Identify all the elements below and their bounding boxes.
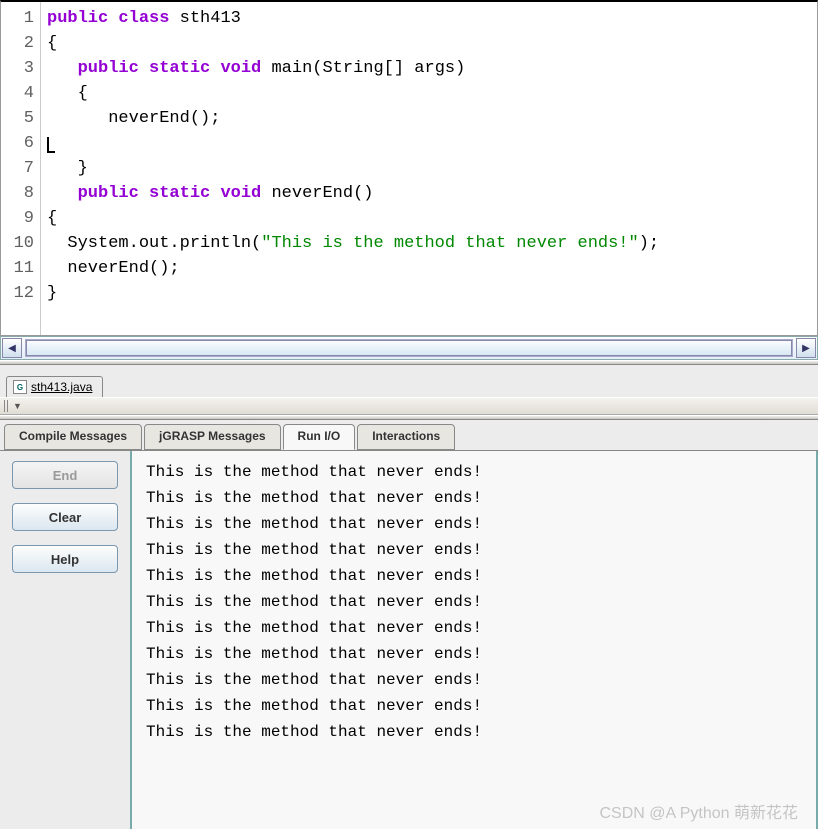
tab-jgrasp-messages[interactable]: jGRASP Messages <box>144 424 281 450</box>
scroll-right-button[interactable]: ▶ <box>796 338 816 358</box>
code-token <box>210 184 220 203</box>
text-cursor-icon <box>47 137 55 153</box>
code-token: System.out.println( <box>47 234 261 253</box>
horizontal-scrollbar[interactable]: ◀ ▶ <box>0 336 818 360</box>
scroll-thumb[interactable] <box>26 340 792 356</box>
line-number: 3 <box>1 56 40 81</box>
code-token <box>210 59 220 78</box>
code-editor[interactable]: 123456789101112 public class sth413{ pub… <box>0 0 818 336</box>
line-number-gutter: 123456789101112 <box>1 2 41 335</box>
code-token: neverEnd(); <box>47 109 220 128</box>
console-line: This is the method that never ends! <box>146 667 802 693</box>
line-number: 12 <box>1 281 40 306</box>
file-tab-sth413[interactable]: G sth413.java <box>6 376 103 397</box>
grip-handle-icon[interactable] <box>4 400 10 412</box>
code-token: { <box>47 34 57 53</box>
line-number: 11 <box>1 256 40 281</box>
code-token: void <box>220 59 261 78</box>
console-line: This is the method that never ends! <box>146 719 802 745</box>
line-number: 7 <box>1 156 40 181</box>
line-number: 2 <box>1 31 40 56</box>
mini-toolbar: ▼ <box>0 397 818 415</box>
message-tab-bar: Compile MessagesjGRASP MessagesRun I/OIn… <box>0 420 818 450</box>
code-line[interactable]: public static void main(String[] args) <box>47 56 811 81</box>
code-token: sth413 <box>169 9 240 28</box>
console-line: This is the method that never ends! <box>146 485 802 511</box>
dropdown-arrow-icon[interactable]: ▼ <box>13 401 22 411</box>
line-number: 6 <box>1 131 40 156</box>
code-line[interactable]: neverEnd(); <box>47 106 811 131</box>
file-tab-bar: G sth413.java <box>0 365 818 397</box>
code-token: } <box>47 159 88 178</box>
scroll-track[interactable] <box>25 339 793 357</box>
scroll-left-button[interactable]: ◀ <box>2 338 22 358</box>
line-number: 5 <box>1 106 40 131</box>
console-line: This is the method that never ends! <box>146 615 802 641</box>
code-line[interactable]: { <box>47 31 811 56</box>
code-line[interactable]: public class sth413 <box>47 6 811 31</box>
line-number: 8 <box>1 181 40 206</box>
code-line[interactable]: { <box>47 81 811 106</box>
console-panel: End Clear Help This is the method that n… <box>0 450 818 829</box>
code-token: { <box>47 209 57 228</box>
code-line[interactable]: System.out.println("This is the method t… <box>47 231 811 256</box>
line-number: 1 <box>1 6 40 31</box>
help-button[interactable]: Help <box>12 545 118 573</box>
code-line[interactable]: { <box>47 206 811 231</box>
code-token: neverEnd() <box>261 184 373 203</box>
code-token: public <box>78 184 139 203</box>
tab-run-i-o[interactable]: Run I/O <box>283 424 356 450</box>
clear-button[interactable]: Clear <box>12 503 118 531</box>
console-line: This is the method that never ends! <box>146 459 802 485</box>
code-line[interactable] <box>47 131 811 156</box>
code-token: class <box>118 9 169 28</box>
code-text-area[interactable]: public class sth413 { public static void … <box>41 2 817 335</box>
code-token: static <box>149 59 210 78</box>
console-line: This is the method that never ends! <box>146 693 802 719</box>
console-button-column: End Clear Help <box>0 451 130 829</box>
line-number: 9 <box>1 206 40 231</box>
console-output[interactable]: This is the method that never ends!This … <box>130 451 818 829</box>
code-token: "This is the method that never ends!" <box>261 234 638 253</box>
end-button[interactable]: End <box>12 461 118 489</box>
tab-compile-messages[interactable]: Compile Messages <box>4 424 142 450</box>
code-token <box>47 184 78 203</box>
code-token: neverEnd(); <box>47 259 180 278</box>
console-line: This is the method that never ends! <box>146 563 802 589</box>
code-line[interactable]: public static void neverEnd() <box>47 181 811 206</box>
code-token: main(String[] args) <box>261 59 465 78</box>
line-number: 4 <box>1 81 40 106</box>
line-number: 10 <box>1 231 40 256</box>
code-token: public <box>78 59 139 78</box>
code-token <box>47 59 78 78</box>
console-line: This is the method that never ends! <box>146 641 802 667</box>
code-line[interactable]: } <box>47 156 811 181</box>
console-line: This is the method that never ends! <box>146 537 802 563</box>
file-tab-label: sth413.java <box>31 380 92 394</box>
code-token: } <box>47 284 57 303</box>
console-line: This is the method that never ends! <box>146 511 802 537</box>
tab-interactions[interactable]: Interactions <box>357 424 455 450</box>
code-token: public <box>47 9 108 28</box>
code-token: void <box>220 184 261 203</box>
code-token <box>139 59 149 78</box>
code-token: { <box>47 84 88 103</box>
code-token <box>108 9 118 28</box>
code-token: ); <box>639 234 659 253</box>
code-line[interactable]: } <box>47 281 811 306</box>
java-file-icon: G <box>13 380 27 394</box>
code-line[interactable]: neverEnd(); <box>47 256 811 281</box>
console-line: This is the method that never ends! <box>146 589 802 615</box>
code-token <box>139 184 149 203</box>
code-token: static <box>149 184 210 203</box>
